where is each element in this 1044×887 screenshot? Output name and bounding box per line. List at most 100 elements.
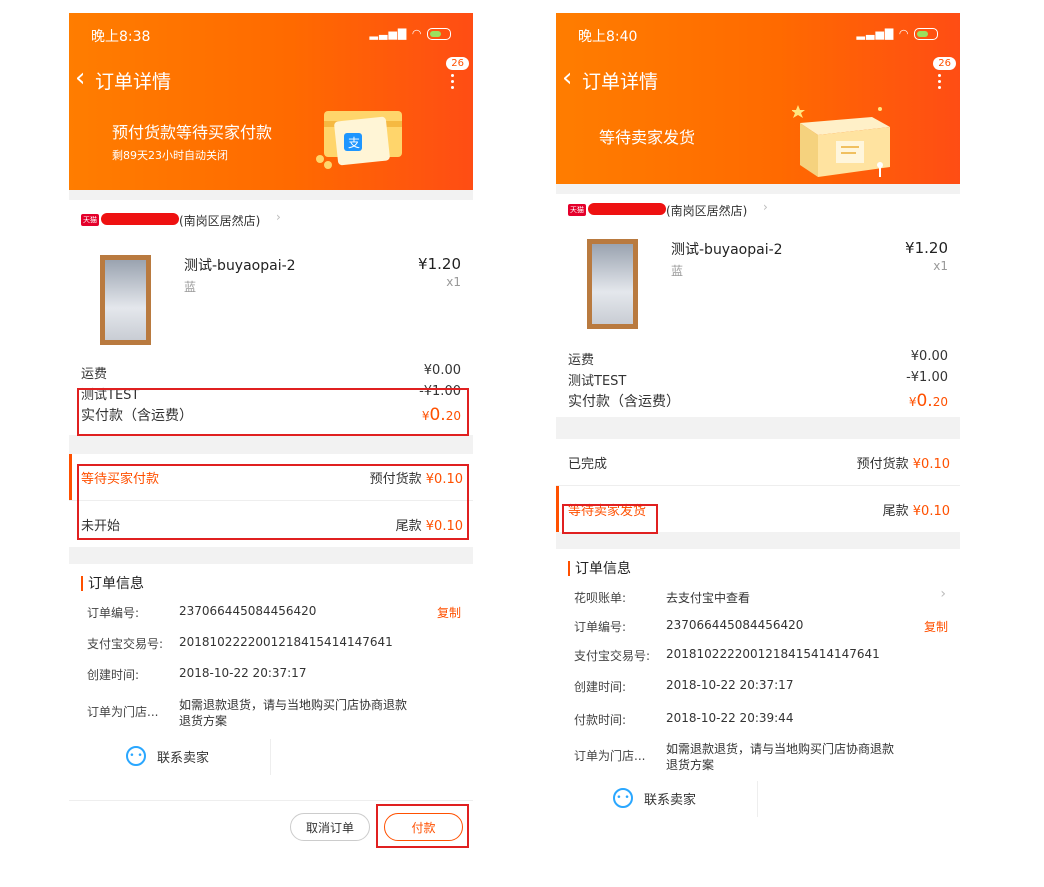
info-key: 付款时间:: [574, 713, 627, 727]
product-qty: x1: [933, 259, 948, 273]
copy-button[interactable]: 复制: [924, 618, 948, 635]
fee-row: 运费 ¥0.00: [69, 360, 473, 382]
info-key: 订单编号:: [574, 620, 627, 634]
fee-value: -¥1.00: [906, 370, 948, 385]
stage-kind: 尾款: [882, 504, 909, 519]
product-price: ¥1.20: [418, 255, 461, 273]
wifi-icon: ◠: [411, 27, 423, 40]
alipay-card-icon: 支: [316, 111, 402, 169]
product-image: [100, 255, 151, 345]
message-badge: 26: [446, 57, 469, 70]
signal-icon: ▂▃▅▇: [369, 27, 408, 40]
order-info-header: 订单信息: [69, 564, 473, 596]
stage-kind: 预付货款: [856, 457, 909, 472]
info-key: 支付宝交易号:: [87, 637, 164, 651]
status-time: 晚上8:40: [578, 29, 638, 45]
product-qty: x1: [446, 275, 461, 289]
info-value: 如需退款退货，请与当地购买门店协商退款退货方案: [179, 698, 408, 728]
paid-int: 0.: [916, 391, 933, 411]
pay-button[interactable]: 付款: [384, 813, 463, 841]
fee-label: 运费: [568, 353, 595, 368]
back-chevron-icon[interactable]: ‹: [75, 65, 85, 91]
stage-value: ¥0.10: [912, 457, 950, 472]
info-row: 订单编号: 237066445084456420 复制: [69, 596, 473, 627]
svg-text:支: 支: [348, 136, 360, 150]
info-key: 花呗账单:: [574, 591, 627, 605]
product-sku: 蓝: [184, 280, 197, 294]
status-icons: ▂▃▅▇ ◠: [370, 27, 451, 40]
fee-label: 测试TEST: [81, 388, 140, 403]
stage-value: ¥0.10: [425, 519, 463, 534]
battery-icon: [914, 28, 938, 40]
section-title: 订单信息: [575, 561, 631, 577]
paid-total-label: 实付款（含运费）: [81, 408, 193, 424]
payment-stage-row: 已完成 预付货款 ¥0.10: [556, 439, 960, 485]
product-name: 测试-buyaopai-2: [671, 242, 783, 258]
status-icons: ▂▃▅▇ ◠: [857, 27, 938, 40]
info-row: 付款时间: 2018-10-22 20:39:44: [556, 703, 960, 733]
shop-name-redacted: [588, 203, 666, 215]
product-item[interactable]: 测试-buyaopai-2 蓝 ¥1.20 x1: [69, 236, 473, 360]
chevron-right-icon: ›: [763, 200, 768, 214]
stage-status: 未开始: [81, 519, 121, 534]
stage-status: 已完成: [568, 457, 608, 472]
info-row: 支付宝交易号: 2018102222001218415414147641: [556, 639, 960, 670]
section-title: 订单信息: [88, 576, 144, 592]
fee-value: ¥0.00: [910, 349, 948, 364]
huabei-bill-row[interactable]: 花呗账单: 去支付宝中查看 ›: [556, 581, 960, 610]
contact-seller-button[interactable]: • • 联系卖家: [556, 777, 960, 827]
section-bar: [568, 561, 570, 576]
info-value: 2018-10-22 20:37:17: [179, 666, 307, 680]
info-row: 创建时间: 2018-10-22 20:37:17: [69, 658, 473, 689]
wifi-icon: ◠: [898, 27, 910, 40]
paid-total-label: 实付款（含运费）: [568, 394, 680, 410]
divider: [757, 781, 758, 817]
fee-value: ¥0.00: [423, 363, 461, 378]
chevron-right-icon: ›: [940, 586, 946, 602]
shop-row[interactable]: 天猫 (南岗区居然店) ›: [556, 194, 960, 223]
stage-status: 等待买家付款: [81, 472, 160, 487]
shop-row[interactable]: 天猫 (南岗区居然店) ›: [69, 200, 473, 236]
product-name: 测试-buyaopai-2: [184, 258, 296, 274]
chat-face-icon: • •: [126, 746, 146, 766]
info-value: 2018102222001218415414147641: [179, 635, 393, 649]
shop-name: (南岗区居然店): [666, 204, 748, 218]
contact-label: 联系卖家: [157, 751, 210, 766]
order-header: 晚上8:40 ▂▃▅▇ ◠ ‹ 订单详情 26 等待卖家发货: [556, 13, 960, 184]
more-icon[interactable]: [449, 71, 455, 92]
info-key: 支付宝交易号:: [574, 649, 651, 663]
info-row: 创建时间: 2018-10-22 20:37:17: [556, 670, 960, 703]
info-value: 237066445084456420: [666, 618, 804, 632]
fee-label: 运费: [81, 367, 108, 382]
back-chevron-icon[interactable]: ‹: [562, 65, 572, 91]
cancel-order-button[interactable]: 取消订单: [290, 813, 370, 841]
copy-button[interactable]: 复制: [437, 604, 461, 621]
paid-dec: 20: [445, 409, 461, 423]
contact-seller-button[interactable]: • • 联系卖家: [69, 735, 473, 785]
info-key: 订单为门店...: [87, 705, 159, 719]
status-time: 晚上8:38: [91, 29, 151, 45]
info-key: 创建时间:: [87, 668, 140, 682]
info-value: 去支付宝中查看: [666, 591, 751, 605]
stage-value: ¥0.10: [912, 504, 950, 519]
page-title: 订单详情: [95, 71, 172, 93]
package-box-icon: [792, 105, 890, 177]
info-row: 订单编号: 237066445084456420 复制: [556, 610, 960, 639]
info-value: 237066445084456420: [179, 604, 317, 618]
info-key: 订单编号:: [87, 606, 140, 620]
product-item[interactable]: 测试-buyaopai-2 蓝 ¥1.20 x1: [556, 223, 960, 346]
paid-total-row: 实付款（含运费） ¥0.20: [69, 402, 473, 429]
stage-amount: 尾款 ¥0.10: [883, 500, 950, 519]
order-header: 晚上8:38 ▂▃▅▇ ◠ ‹ 订单详情 26 预付货款等待买家付款 剩89天2…: [69, 13, 473, 190]
product-image: [587, 239, 638, 329]
stage-value: ¥0.10: [425, 472, 463, 487]
more-icon[interactable]: [936, 71, 942, 92]
fee-value: -¥1.00: [419, 384, 461, 399]
paid-total-value: ¥0.20: [422, 405, 461, 425]
order-status: 预付货款等待买家付款: [112, 123, 273, 142]
paid-dec: 20: [932, 395, 948, 409]
right-phone-screen: 晚上8:40 ▂▃▅▇ ◠ ‹ 订单详情 26 等待卖家发货 天猫 (南岗区居然…: [556, 13, 960, 858]
fee-label: 测试TEST: [568, 374, 627, 389]
fee-row: 测试TEST -¥1.00: [69, 381, 473, 403]
section-bar: [81, 576, 83, 591]
